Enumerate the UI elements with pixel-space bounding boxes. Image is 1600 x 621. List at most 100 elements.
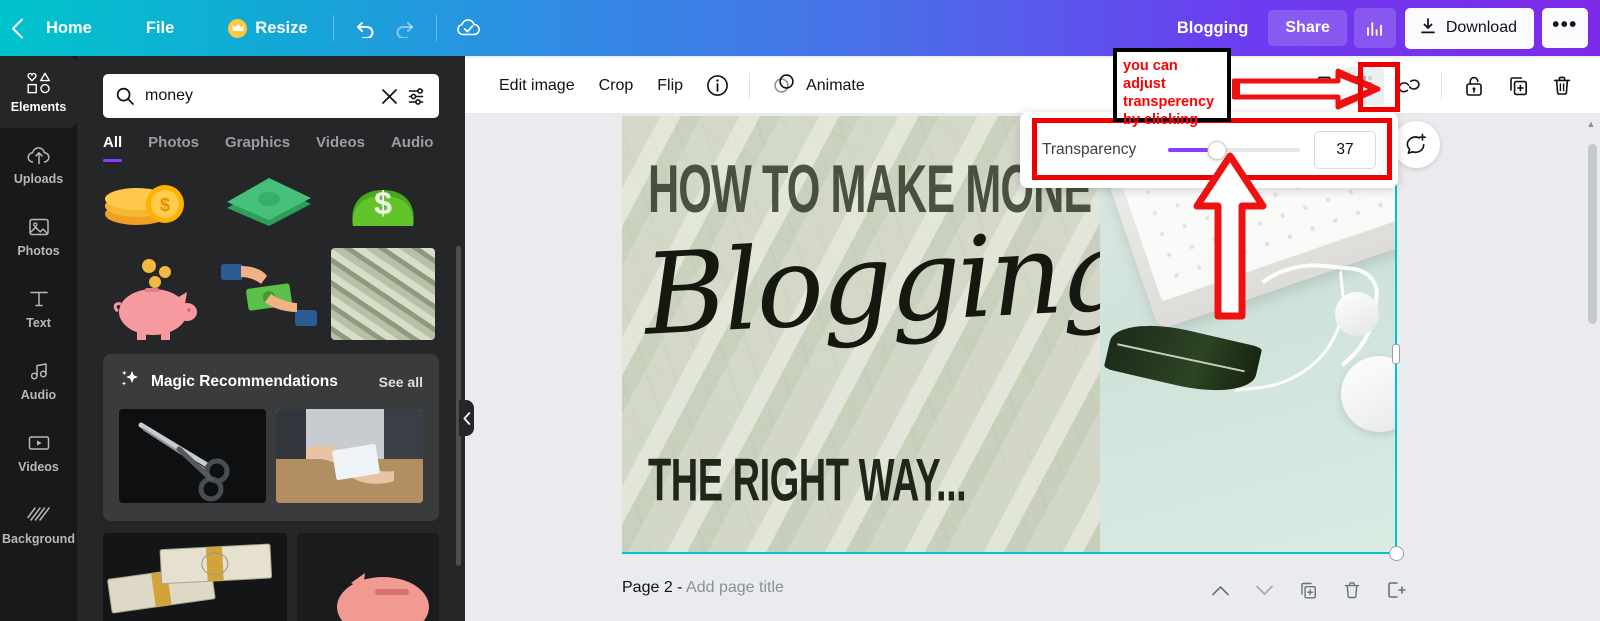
resize-label: Resize [255,18,308,37]
cloud-upload-icon [26,142,52,168]
info-circle-icon[interactable] [698,67,736,105]
sidebar-item-label: Audio [20,388,57,402]
magic-title: Magic Recommendations [151,372,338,390]
resize-handle-bottom-right[interactable] [1389,546,1404,561]
tab-all[interactable]: All [103,134,123,162]
headphone-cup-right [1335,292,1379,336]
bar-chart-icon[interactable] [1353,8,1396,48]
download-button[interactable]: Download [1404,7,1534,49]
search-icon [115,86,135,106]
top-bar: Home File Resize Blogging Share Download… [0,0,1600,56]
add-comment-icon[interactable] [1393,121,1440,168]
animate-icon [772,72,797,100]
duplicate-page-icon[interactable] [1294,576,1322,604]
collapse-panel-button[interactable] [459,400,474,436]
search-box[interactable] [103,74,439,118]
sidebar-item-text[interactable]: Text [0,272,77,344]
transparency-value-input[interactable]: 37 [1314,131,1376,169]
music-note-icon [27,358,51,384]
sidebar-item-photos[interactable]: Photos [0,200,77,272]
result-money-bag-graphic[interactable]: $ [331,166,435,238]
sidebar-item-uploads[interactable]: Uploads [0,128,77,200]
sidebar-item-label: Photos [17,244,60,258]
crown-icon [228,18,248,38]
undo-icon[interactable] [347,9,385,47]
results-grid: $ $ [77,162,465,340]
video-icon [26,430,52,456]
duplicate-icon[interactable] [1499,67,1537,105]
sidebar-item-audio[interactable]: Audio [0,344,77,416]
edit-image-button[interactable]: Edit image [487,69,587,103]
red-arrow-up-icon [1193,152,1267,320]
hatch-pattern-icon [26,502,52,528]
file-menu-button[interactable]: File [134,10,186,46]
result-hands-exchanging-cash-graphic[interactable] [217,248,321,340]
canvas-area[interactable]: HOW TO MAKE MONEY Blogging THE RIGHT WAY… [465,114,1600,621]
result-gold-coins-graphic[interactable]: $ [103,166,207,238]
annotation-note-box: you can adjust transperency by clicking [1113,48,1231,128]
resize-button[interactable]: Resize [216,10,319,46]
magic-card-hands-envelope-photo[interactable] [276,409,423,503]
tab-graphics[interactable]: Graphics [225,134,290,162]
bottom-results-grid [77,521,465,621]
annotation-note-text: you can adjust transperency by clicking [1123,58,1215,129]
svg-text:$: $ [374,185,392,221]
trash-icon[interactable] [1543,67,1581,105]
sidebar-item-label: Background [2,532,75,546]
tab-audio[interactable]: Audio [391,134,434,162]
search-area [77,56,465,118]
flip-button[interactable]: Flip [645,69,695,103]
page-tools [1206,576,1410,604]
result-piggy-bank-photo[interactable] [297,533,439,621]
selection-edge-bottom [622,552,1395,554]
move-down-icon[interactable] [1250,576,1278,604]
sidebar-item-label: Videos [18,460,59,474]
download-icon [1419,17,1437,40]
canvas-scrollbar[interactable] [1588,144,1597,324]
page-title-placeholder[interactable]: Add page title [686,579,784,596]
scroll-up-arrow-icon[interactable]: ▲ [1584,116,1598,132]
result-cash-stack-graphic[interactable] [217,166,321,238]
result-piggy-bank-graphic[interactable] [103,248,207,340]
shapes-icon [24,70,54,96]
subline-text[interactable]: THE RIGHT WAY... [648,448,1057,516]
sidebar-item-elements[interactable]: Elements [0,56,77,128]
cloud-check-icon[interactable] [450,9,488,47]
chevron-left-icon[interactable] [0,0,34,56]
animate-button[interactable]: Animate [760,64,877,108]
sidebar-item-label: Text [26,316,51,330]
link-icon[interactable] [1390,67,1428,105]
red-arrow-right-icon [1232,68,1381,110]
magic-recommendations-section: Magic Recommendations See all [103,354,439,521]
divider [332,15,334,41]
home-button[interactable]: Home [34,10,104,46]
sidebar-item-label: Elements [10,100,67,114]
delete-page-icon[interactable] [1338,576,1366,604]
lock-icon[interactable] [1455,67,1493,105]
search-input[interactable] [145,87,371,105]
sliders-icon[interactable] [408,87,427,106]
sidebar-item-background[interactable]: Background [0,488,77,560]
more-options-button[interactable]: ••• [1542,8,1588,48]
tab-photos[interactable]: Photos [148,134,199,162]
redo-icon[interactable] [385,9,423,47]
magic-header: Magic Recommendations See all [119,368,423,395]
tab-videos[interactable]: Videos [316,134,365,162]
divider [435,15,437,41]
result-money-pile-photo[interactable] [331,248,435,340]
crop-button[interactable]: Crop [587,69,646,103]
page-label[interactable]: Page 2 - Add page title [622,579,784,597]
move-up-icon[interactable] [1206,576,1234,604]
divider [749,72,751,99]
add-page-icon[interactable] [1382,576,1410,604]
see-all-link[interactable]: See all [379,374,423,390]
result-cash-bundles-photo[interactable] [103,533,288,621]
resize-handle-middle-right[interactable] [1392,344,1400,364]
close-icon[interactable] [381,88,398,105]
share-button[interactable]: Share [1268,10,1347,46]
sparkles-icon [119,368,141,395]
script-text[interactable]: Blogging [641,206,1132,361]
magic-card-scissors-photo[interactable] [119,409,266,503]
document-title[interactable]: Blogging [1163,19,1262,38]
sidebar-item-videos[interactable]: Videos [0,416,77,488]
